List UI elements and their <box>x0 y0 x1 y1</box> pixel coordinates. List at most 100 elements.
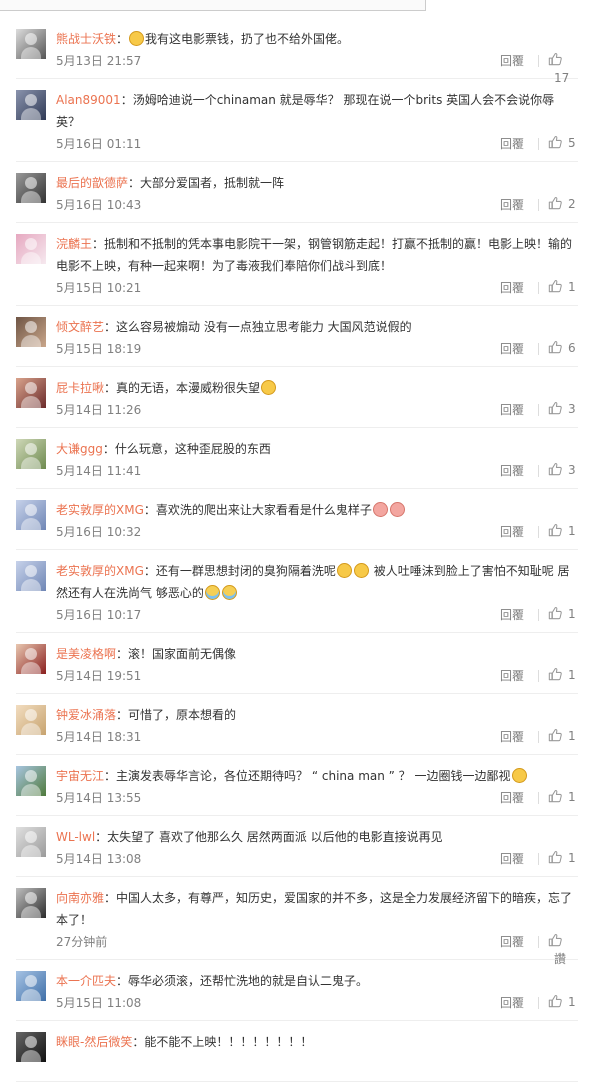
emoji-pink-icon <box>372 502 388 517</box>
like-button[interactable]: 5 <box>548 134 576 152</box>
comment-item: 宇宙无江：主演发表辱华言论，各位还期待吗？ “ china man ” ？ 一边… <box>16 755 578 816</box>
reply-button[interactable]: 回覆 <box>500 401 524 419</box>
like-count: 1 <box>568 851 576 865</box>
reply-button[interactable]: 回覆 <box>500 523 524 541</box>
thumbs-up-icon <box>548 279 562 293</box>
avatar[interactable] <box>16 173 46 203</box>
avatar-head-shape <box>25 321 37 333</box>
commenter-name[interactable]: 钟爱冰涌落 <box>56 708 116 722</box>
avatar[interactable] <box>16 705 46 735</box>
avatar-head-shape <box>25 770 37 782</box>
avatar[interactable] <box>16 500 46 530</box>
reply-button[interactable]: 回覆 <box>500 196 524 214</box>
comment-body: 辱华必须滚，还帮忙洗地的就是自认二鬼子。 <box>128 974 369 988</box>
avatar[interactable] <box>16 29 46 59</box>
avatar[interactable] <box>16 439 46 469</box>
avatar[interactable] <box>16 766 46 796</box>
avatar[interactable] <box>16 971 46 1001</box>
like-button[interactable]: 1 <box>548 522 576 540</box>
comment-time: 5月15日 11:08 <box>56 996 142 1010</box>
comment-body-start: 主演发表辱华言论，各位还期待吗？ “ china man ” ？ 一边圈钱一边鄙… <box>116 769 511 783</box>
like-button[interactable]: 3 <box>548 461 576 479</box>
like-count: 1 <box>568 607 576 621</box>
commenter-name[interactable]: Alan89001 <box>56 93 121 107</box>
commenter-name[interactable]: 向南亦雅 <box>56 891 104 905</box>
commenter-name[interactable]: 浣麟王 <box>56 237 92 251</box>
commenter-name[interactable]: 是美凌格啊 <box>56 647 116 661</box>
like-count: 1 <box>568 280 576 294</box>
commenter-name[interactable]: 大谦ggg <box>56 442 103 456</box>
like-button[interactable]: 1 <box>548 666 576 684</box>
comment-time: 5月14日 13:08 <box>56 852 142 866</box>
comment-meta: 5月16日 10:32 回覆 1 <box>56 521 578 549</box>
avatar[interactable] <box>16 317 46 347</box>
reply-button[interactable]: 回覆 <box>500 667 524 685</box>
reply-button[interactable]: 回覆 <box>500 789 524 807</box>
reply-button[interactable]: 回覆 <box>500 135 524 153</box>
avatar[interactable] <box>16 644 46 674</box>
avatar-head-shape <box>25 709 37 721</box>
commenter-name[interactable]: WL-lwl <box>56 830 95 844</box>
like-button[interactable]: 2 <box>548 195 576 213</box>
reply-button[interactable]: 回覆 <box>500 728 524 746</box>
reply-button[interactable]: 回覆 <box>500 850 524 868</box>
commenter-name[interactable]: 老实敦厚的XMG <box>56 503 144 517</box>
like-button[interactable]: 1 <box>548 993 576 1011</box>
like-count: 1 <box>568 729 576 743</box>
comment-body: 可惜了，原本想看的 <box>128 708 237 722</box>
emoji-smile-icon <box>511 768 527 783</box>
avatar[interactable] <box>16 1032 46 1062</box>
meta-divider <box>538 282 539 294</box>
like-button[interactable]: 6 <box>548 339 576 357</box>
commenter-name[interactable]: 本一介匹夫 <box>56 974 116 988</box>
reply-button[interactable]: 回覆 <box>500 606 524 624</box>
comment-item: 老实敦厚的XMG：还有一群思想封闭的臭狗隔着洗呢 被人吐唾沫到脸上了害怕不知耻呢… <box>16 550 578 633</box>
avatar-head-shape <box>25 892 37 904</box>
comment-body: 滚！国家面前无偶像 <box>128 647 237 661</box>
reply-button[interactable]: 回覆 <box>500 279 524 297</box>
reply-button[interactable]: 回覆 <box>500 994 524 1012</box>
commenter-name[interactable]: 宇宙无江 <box>56 769 104 783</box>
commenter-name[interactable]: 最后的歆德萨 <box>56 176 128 190</box>
avatar[interactable] <box>16 234 46 264</box>
commenter-name[interactable]: 老实敦厚的XMG <box>56 564 144 578</box>
avatar[interactable] <box>16 378 46 408</box>
comment-text: WL-lwl：太失望了 喜欢了他那么久 居然两面派 以后他的电影直接说再见 <box>56 830 443 844</box>
reply-button[interactable]: 回覆 <box>500 340 524 358</box>
thumbs-up-icon <box>548 667 562 681</box>
reply-button[interactable]: 回覆 <box>500 462 524 480</box>
comment-text: 大谦ggg：什么玩意，这种歪屁股的东西 <box>56 442 271 456</box>
comment-text: 老实敦厚的XMG：喜欢洗的爬出来让大家看看是什么鬼样子 <box>56 499 578 521</box>
comment-list: 熊战士沃铁： 我有这电影票钱，扔了也不给外国佬。 5月13日 21:57 回覆 17 Al… <box>0 18 598 1082</box>
like-button[interactable]: 1 <box>548 849 576 867</box>
avatar[interactable] <box>16 90 46 120</box>
commenter-name[interactable]: 熊战士沃铁 <box>56 32 116 46</box>
like-button[interactable]: 1 <box>548 605 576 623</box>
meta-divider <box>538 55 539 67</box>
like-count: 5 <box>568 136 576 150</box>
commenter-name[interactable]: 倾文醉艺 <box>56 320 104 334</box>
like-button[interactable]: 1 <box>548 727 576 745</box>
like-button[interactable]: 1 <box>548 278 576 296</box>
like-count: 6 <box>568 341 576 355</box>
comment-meta: 5月15日 11:08 回覆 1 <box>56 992 578 1020</box>
commenter-name[interactable]: 眯眼-然后微笑 <box>56 1035 132 1049</box>
comment-meta: 5月16日 01:11 回覆 5 <box>56 133 578 161</box>
meta-divider <box>538 609 539 621</box>
avatar[interactable] <box>16 827 46 857</box>
comment-body: 大部分爱国者，抵制就一阵 <box>140 176 285 190</box>
avatar[interactable] <box>16 888 46 918</box>
commenter-name[interactable]: 屁卡拉啾 <box>56 381 104 395</box>
avatar[interactable] <box>16 561 46 591</box>
meta-divider <box>538 853 539 865</box>
like-button[interactable]: 1 <box>548 788 576 806</box>
reply-button[interactable]: 回覆 <box>500 52 524 70</box>
reply-button[interactable]: 回覆 <box>500 933 524 951</box>
comment-item: 浣麟王：抵制和不抵制的凭本事电影院干一架，钢管钢筋走起！打赢不抵制的赢！电影上映… <box>16 223 578 306</box>
comment-time: 5月16日 10:32 <box>56 525 142 539</box>
avatar-head-shape <box>25 648 37 660</box>
emoji-pink-icon <box>389 502 405 517</box>
avatar-body-shape <box>21 335 41 347</box>
emoji-smile-icon <box>353 563 369 578</box>
like-button[interactable]: 3 <box>548 400 576 418</box>
